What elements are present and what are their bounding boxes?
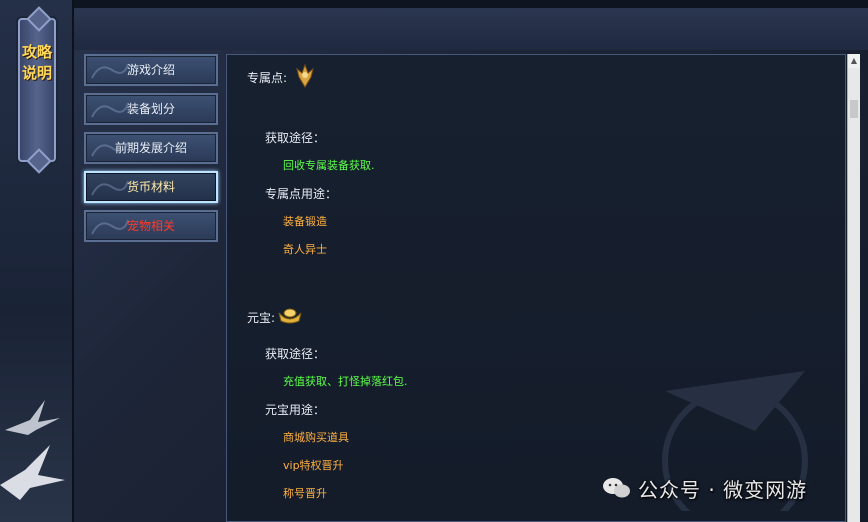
header-strip <box>72 8 868 50</box>
swirl-icon <box>91 63 129 79</box>
gold-ingot-icon <box>278 308 302 324</box>
guide-title-badge: 攻略说明 <box>18 18 56 162</box>
menu-item-currency-materials[interactable]: 货币材料 <box>84 171 218 203</box>
section-title-text: 专属点: <box>247 71 288 85</box>
menu-item-early-development[interactable]: 前期发展介绍 <box>84 132 218 164</box>
use-item: 奇人异士 <box>283 243 327 256</box>
menu-item-label: 游戏介绍 <box>126 63 175 77</box>
menu-item-label: 宠物相关 <box>126 219 175 233</box>
scroll-up-arrow-icon[interactable]: ▲ <box>848 54 860 68</box>
menu-item-game-intro[interactable]: 游戏介绍 <box>84 54 218 86</box>
trident-emblem-icon <box>296 63 314 88</box>
swirl-icon <box>91 102 129 118</box>
wechat-icon <box>603 478 630 498</box>
use-item: 装备锻造 <box>283 215 327 228</box>
use-item: vip特权晋升 <box>283 459 344 472</box>
use-label: 专属点用途： <box>265 187 338 201</box>
acquire-text: 充值获取、打怪掉落红包. <box>283 375 408 388</box>
acquire-text: 回收专属装备获取. <box>283 159 375 172</box>
crane-birds-decoration <box>0 400 65 500</box>
menu-item-equipment[interactable]: 装备划分 <box>84 93 218 125</box>
acquire-label: 获取途径： <box>265 131 326 145</box>
menu-item-pets[interactable]: 宠物相关 <box>84 210 218 242</box>
section-title-text: 元宝: <box>247 311 276 325</box>
use-item: 商城购买道具 <box>283 431 349 444</box>
left-panel: 攻略说明 <box>0 0 74 522</box>
swirl-icon <box>91 180 129 196</box>
section-title-exclusive-points: 专属点: <box>247 69 287 86</box>
menu-item-label: 货币材料 <box>126 180 175 194</box>
guide-menu: 游戏介绍 装备划分 前期发展介绍 货币材料 宠物相关 <box>84 54 218 249</box>
guide-title: 攻略说明 <box>21 43 52 82</box>
menu-item-label: 装备划分 <box>126 102 175 116</box>
scroll-thumb[interactable] <box>850 100 858 118</box>
swirl-icon <box>91 141 129 157</box>
watermark-text: 公众号 · 微变网游 <box>638 478 808 502</box>
use-label: 元宝用途： <box>265 403 326 417</box>
swirl-icon <box>91 219 129 235</box>
vertical-scrollbar[interactable]: ▲ <box>847 54 860 522</box>
section-title-yuanbao: 元宝: <box>247 309 275 326</box>
use-item: 称号晋升 <box>283 487 327 500</box>
content-panel: 专属点: 获取途径： 回收专属装备获取. 专属点用途： 装备锻造 奇人异士 元宝… <box>226 54 846 522</box>
acquire-label: 获取途径： <box>265 347 326 361</box>
